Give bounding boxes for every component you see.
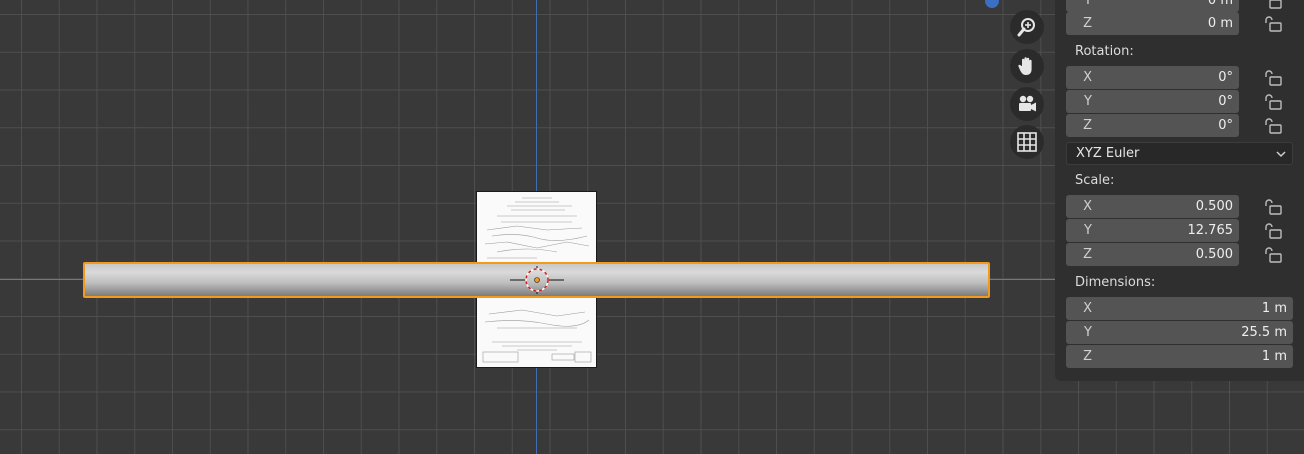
lock-icon[interactable] <box>1263 197 1283 215</box>
field-value: 0° <box>1218 118 1233 133</box>
transform-properties-panel: Y 0 m Z 0 m Rotation: X 0° Y 0° Z 0° XYZ… <box>1055 0 1304 381</box>
axis-label: X <box>1083 301 1092 316</box>
hand-pan-icon[interactable] <box>1010 49 1044 83</box>
dimensions-x-field[interactable]: X 1 m <box>1066 297 1293 320</box>
3d-cursor[interactable] <box>510 266 564 294</box>
axis-label: X <box>1083 199 1092 214</box>
axis-label: Y <box>1084 223 1092 238</box>
rotation-mode-dropdown[interactable]: XYZ Euler <box>1066 142 1293 165</box>
camera-icon[interactable] <box>1010 87 1044 121</box>
scale-label: Scale: <box>1075 173 1115 188</box>
lock-icon[interactable] <box>1263 68 1283 86</box>
field-value: 12.765 <box>1187 223 1234 238</box>
axis-label: Z <box>1083 16 1092 31</box>
lock-icon[interactable] <box>1263 14 1283 32</box>
rotation-y-field[interactable]: Y 0° <box>1066 90 1239 113</box>
axis-label: Z <box>1083 247 1092 262</box>
rotation-label: Rotation: <box>1075 44 1134 59</box>
field-value: 0° <box>1218 94 1233 109</box>
field-value: 0° <box>1218 70 1233 85</box>
axis-label: Z <box>1083 118 1092 133</box>
axis-label: Y <box>1084 325 1092 340</box>
field-value: 0.500 <box>1195 247 1233 262</box>
field-value: 1 m <box>1261 301 1287 316</box>
location-z-field[interactable]: Z 0 m <box>1066 12 1239 35</box>
axis-label: Y <box>1084 0 1092 8</box>
zoom-icon[interactable] <box>1010 10 1044 44</box>
chevron-down-icon <box>1276 150 1286 157</box>
lock-icon[interactable] <box>1263 116 1283 134</box>
axis-label: Y <box>1084 94 1092 109</box>
lock-icon[interactable] <box>1263 221 1283 239</box>
grid-icon[interactable] <box>1010 125 1044 159</box>
field-value: 0 m <box>1207 0 1233 8</box>
navigation-gizmo-z-dot[interactable] <box>985 0 999 8</box>
lock-icon[interactable] <box>1263 92 1283 110</box>
axis-label: Z <box>1083 349 1092 364</box>
location-y-field[interactable]: Y 0 m <box>1066 0 1239 12</box>
dimensions-z-field[interactable]: Z 1 m <box>1066 345 1293 368</box>
field-value: 0.500 <box>1195 199 1233 214</box>
lock-icon[interactable] <box>1263 245 1283 263</box>
field-value: 25.5 m <box>1241 325 1287 340</box>
rotation-z-field[interactable]: Z 0° <box>1066 114 1239 137</box>
lock-icon[interactable] <box>1263 0 1283 9</box>
scale-y-field[interactable]: Y 12.765 <box>1066 219 1239 242</box>
field-value: 1 m <box>1261 349 1287 364</box>
axis-label: X <box>1083 70 1092 85</box>
scale-x-field[interactable]: X 0.500 <box>1066 195 1239 218</box>
scale-z-field[interactable]: Z 0.500 <box>1066 243 1239 266</box>
field-value: 0 m <box>1207 16 1233 31</box>
dimensions-y-field[interactable]: Y 25.5 m <box>1066 321 1293 344</box>
dimensions-label: Dimensions: <box>1075 275 1156 290</box>
rotation-x-field[interactable]: X 0° <box>1066 66 1239 89</box>
rotation-mode-value: XYZ Euler <box>1076 146 1140 161</box>
